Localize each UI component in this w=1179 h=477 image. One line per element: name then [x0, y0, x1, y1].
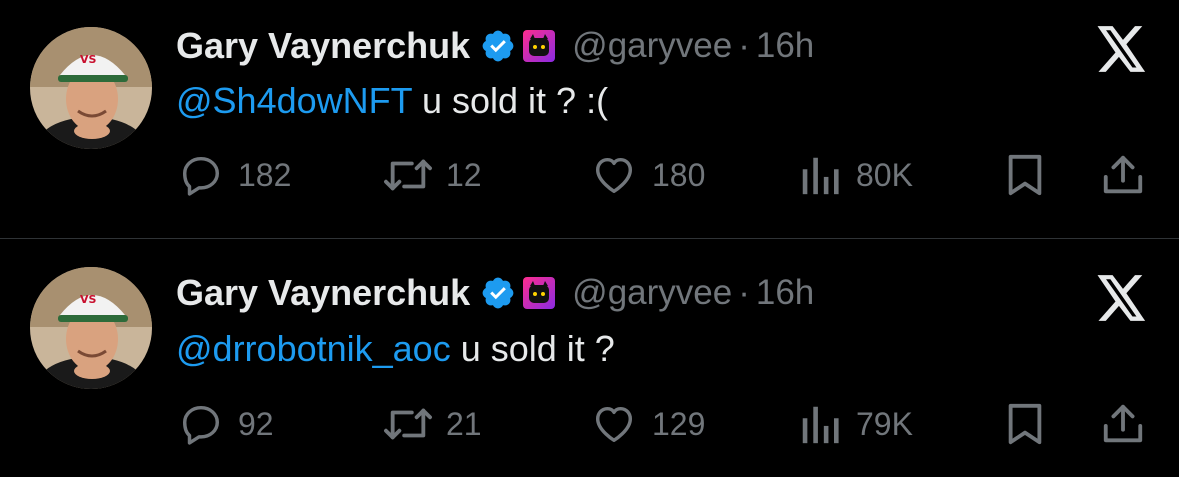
affiliate-badge-icon	[523, 30, 556, 62]
bookmark-icon	[1008, 154, 1042, 196]
share-icon	[1103, 155, 1143, 194]
share-button[interactable]	[1098, 148, 1148, 202]
action-bar: 92 21 129 79K	[0, 397, 1179, 451]
reply-icon	[182, 405, 220, 445]
like-button[interactable]: 129	[590, 397, 705, 451]
like-count: 180	[652, 156, 706, 193]
tweet-text: @Sh4dowNFT u sold it ? :(	[176, 80, 608, 122]
views-icon	[802, 406, 839, 444]
views-icon	[802, 157, 839, 195]
svg-text:VS: VS	[80, 53, 97, 66]
author-name[interactable]: Gary Vaynerchuk	[176, 25, 470, 67]
repost-count: 21	[446, 405, 482, 442]
bookmark-button[interactable]	[1003, 148, 1047, 202]
tweet-text: @drrobotnik_aoc u sold it ?	[176, 328, 615, 370]
reply-count: 92	[238, 405, 274, 442]
repost-button[interactable]: 21	[380, 397, 482, 451]
share-button[interactable]	[1098, 397, 1148, 451]
tweet[interactable]: VS Gary Vaynerchuk @garyvee ·	[0, 0, 1179, 238]
like-count: 129	[652, 405, 706, 442]
author-handle[interactable]: @garyvee	[572, 273, 732, 313]
tweet-header: Gary Vaynerchuk @garyvee · 16h	[176, 269, 814, 317]
tweet-body: u sold it ?	[450, 328, 615, 369]
avatar[interactable]: VS	[30, 27, 152, 149]
tweet-body: u sold it ? :(	[411, 80, 609, 121]
timestamp[interactable]: 16h	[756, 26, 814, 66]
author-name[interactable]: Gary Vaynerchuk	[176, 272, 470, 314]
reply-button[interactable]: 182	[178, 148, 291, 202]
bookmark-button[interactable]	[1003, 397, 1047, 451]
reply-button[interactable]: 92	[178, 397, 274, 451]
svg-text:VS: VS	[80, 293, 97, 306]
x-logo-icon	[1097, 26, 1146, 72]
avatar-photo: VS	[30, 27, 152, 149]
like-icon	[595, 157, 633, 194]
separator-dot: ·	[738, 26, 750, 65]
x-logo-icon	[1097, 275, 1146, 321]
avatar-photo: VS	[30, 267, 152, 389]
like-icon	[595, 406, 633, 443]
reply-icon	[182, 156, 220, 196]
affiliate-badge-icon	[523, 277, 556, 309]
repost-count: 12	[446, 156, 482, 193]
views-count: 79K	[856, 405, 913, 442]
views-count: 80K	[856, 156, 913, 193]
mention-link[interactable]: @Sh4dowNFT	[176, 80, 412, 121]
avatar[interactable]: VS	[30, 267, 152, 389]
author-handle[interactable]: @garyvee	[572, 26, 732, 66]
tweet-header: Gary Vaynerchuk @garyvee · 16h	[176, 22, 814, 70]
mention-link[interactable]: @drrobotnik_aoc	[176, 328, 451, 369]
tweet[interactable]: VS Gary Vaynerchuk @garyvee ·	[0, 239, 1179, 477]
verified-badge-icon	[482, 277, 514, 309]
timestamp[interactable]: 16h	[756, 273, 814, 313]
like-button[interactable]: 180	[590, 148, 705, 202]
repost-icon	[384, 408, 432, 440]
action-bar: 182 12 180 80K	[0, 148, 1179, 202]
views-button[interactable]: 79K	[800, 397, 913, 451]
repost-button[interactable]: 12	[380, 148, 482, 202]
views-button[interactable]: 80K	[800, 148, 913, 202]
reply-count: 182	[238, 156, 292, 193]
verified-badge-icon	[482, 30, 514, 62]
separator-dot: ·	[738, 273, 750, 312]
share-icon	[1103, 404, 1143, 443]
repost-icon	[384, 159, 432, 191]
bookmark-icon	[1008, 403, 1042, 445]
